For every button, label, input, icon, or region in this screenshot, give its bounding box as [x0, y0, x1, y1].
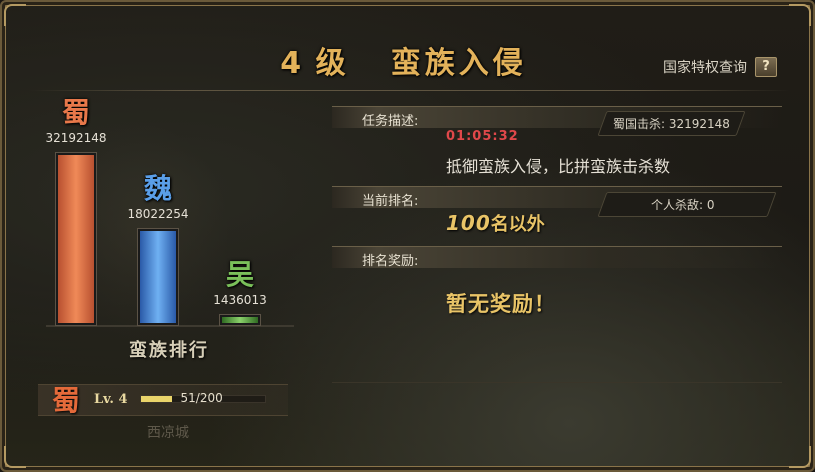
- privilege-query[interactable]: 国家特权查询 ?: [663, 57, 777, 77]
- level-progress-fill: [140, 396, 173, 402]
- chart-baseline: [46, 325, 294, 327]
- player-level-row: 蜀 Lv. 4 51/200: [38, 384, 288, 417]
- player-level: Lv. 4: [94, 391, 128, 407]
- bar-wei: [138, 229, 178, 325]
- event-name: 蛮族入侵: [390, 46, 527, 81]
- nation-kills: 蜀国击杀: 32192148: [613, 117, 730, 131]
- event-window: 4 级 蛮族入侵 国家特权查询 ? 蜀 32192148 魏 18022254 吴 143…: [0, 0, 815, 472]
- nation-kills-box: 蜀国击杀: 32192148: [597, 111, 746, 136]
- nation-kill-count-wei: 18022254: [127, 207, 189, 221]
- task-description: 抵御蛮族入侵，比拼蛮族击杀数: [446, 157, 671, 176]
- title-divider: [30, 90, 790, 91]
- nation-name-wei: 魏: [143, 172, 172, 205]
- nation-name-shu: 蜀: [61, 96, 90, 129]
- frame-corner: [789, 4, 811, 26]
- frame-corner: [4, 4, 26, 26]
- nation-label-wei: 魏 18022254: [118, 172, 198, 222]
- countdown-timer: 01:05:32: [446, 129, 519, 144]
- panel-divider: [332, 382, 782, 383]
- nation-label-wu: 吴 1436013: [200, 258, 280, 308]
- rank-number: 100: [446, 211, 491, 235]
- task-label: 任务描述:: [362, 114, 419, 129]
- personal-kills-box: 个人杀敌: 0: [597, 192, 777, 217]
- help-button[interactable]: ?: [755, 57, 777, 77]
- event-level: 4 级: [280, 46, 348, 81]
- reward-label: 排名奖励:: [362, 254, 419, 269]
- nation-kill-count-wu: 1436013: [213, 293, 267, 307]
- nation-kill-count-shu: 32192148: [45, 131, 107, 145]
- current-rank: 100名以外: [446, 210, 545, 236]
- nation-name-wu: 吴: [225, 258, 254, 291]
- frame-corner: [789, 446, 811, 468]
- bar-shu: [56, 153, 96, 325]
- reward-section-header: 排名奖励:: [332, 246, 782, 269]
- personal-kills: 个人杀敌: 0: [651, 198, 715, 212]
- level-progress-bar: 51/200: [139, 391, 266, 405]
- nation-label-shu: 蜀 32192148: [36, 96, 116, 146]
- level-progress-text: 51/200: [180, 391, 223, 405]
- city-name: 西凉城: [147, 425, 189, 441]
- nation-emblem-icon: 蜀: [52, 384, 81, 417]
- bar-wu: [220, 315, 260, 325]
- privilege-query-link[interactable]: 国家特权查询: [663, 57, 747, 77]
- chart-title: 蛮族排行: [129, 340, 209, 361]
- reward-value: 暂无奖励！: [446, 292, 556, 316]
- frame-corner: [4, 446, 26, 468]
- barbarian-ranking-chart: 蜀 32192148 魏 18022254 吴 1436013: [38, 97, 300, 337]
- ranking-label: 当前排名:: [362, 194, 419, 209]
- rank-suffix: 名以外: [490, 214, 545, 235]
